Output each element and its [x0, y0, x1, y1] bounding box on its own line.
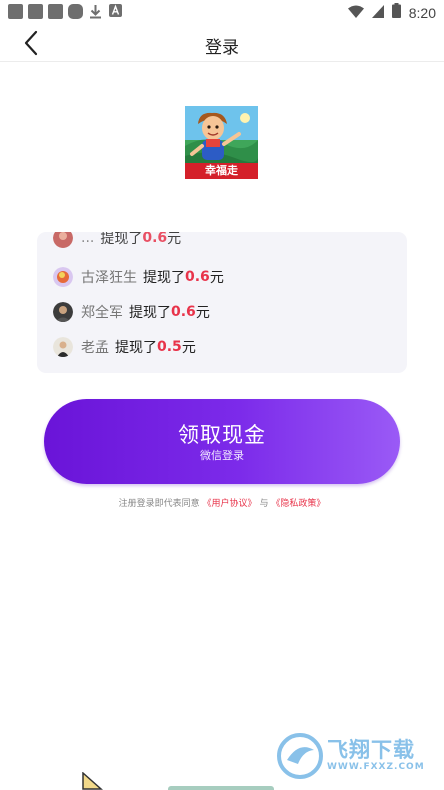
nav-bar: 登录 [0, 24, 444, 62]
claim-cash-button[interactable]: 领取现金 微信登录 [44, 399, 400, 484]
app-logo: 幸福走 [185, 106, 258, 179]
ticker-row: 古泽狂生 提现了 0.6 元 [53, 265, 224, 289]
pointer-icon [80, 771, 104, 790]
watermark-logo-icon [277, 733, 323, 779]
battery-icon [391, 3, 401, 22]
notification-icon [28, 4, 43, 19]
page-title: 登录 [205, 38, 239, 58]
agreement-prefix: 注册登录即代表同意 [118, 499, 200, 509]
watermark-url: WWW.FXXZ.COM [327, 762, 425, 772]
ticker-row: ... 提现了 0.6 元 [53, 232, 181, 250]
notification-icon [8, 4, 23, 19]
ticker-name: ... [81, 232, 95, 246]
ticker-unit: 元 [195, 305, 210, 321]
agreement-text: 注册登录即代表同意 《用户协议》 与 《隐私政策》 [0, 496, 444, 509]
ticker-action: 提现了 [115, 340, 157, 356]
claim-cash-label: 领取现金 [178, 423, 266, 447]
watermark-text: 飞翔下载 [327, 738, 415, 762]
watermark: 飞翔下载 WWW.FXXZ.COM [277, 730, 435, 782]
ticker-amount: 0.5 [157, 339, 182, 355]
wifi-icon [347, 3, 364, 22]
signal-icon [371, 3, 384, 22]
ticker-name: 老孟 [81, 340, 109, 356]
agreement-connector: 与 [259, 499, 269, 509]
ticker-amount: 0.6 [171, 304, 196, 320]
ticker-unit: 元 [167, 232, 182, 247]
ticker-amount: 0.6 [185, 269, 210, 285]
ticker-action: 提现了 [143, 270, 185, 286]
notification-icon [68, 4, 83, 19]
privacy-policy-link[interactable]: 《隐私政策》 [271, 499, 325, 509]
status-bar-notifications [8, 4, 123, 19]
avatar [53, 232, 73, 248]
ticker-row: 郑全军 提现了 0.6 元 [53, 300, 210, 324]
bottom-sheet-handle[interactable] [168, 786, 274, 790]
download-icon [88, 4, 103, 19]
withdrawal-ticker: ... 提现了 0.6 元 古泽狂生 提现了 0.6 元 郑全军 提现了 0.6… [37, 232, 407, 373]
notification-icon [48, 4, 63, 19]
status-time: 8:20 [408, 4, 436, 21]
logo-caption: 幸福走 [185, 163, 258, 179]
user-agreement-link[interactable]: 《用户协议》 [203, 499, 257, 509]
ticker-action: 提现了 [129, 305, 171, 321]
status-bar: 8:20 [0, 0, 444, 24]
status-bar-system: 8:20 [347, 3, 436, 22]
avatar [53, 267, 73, 287]
ticker-unit: 元 [209, 270, 224, 286]
ticker-row: 老孟 提现了 0.5 元 [53, 335, 196, 359]
ticker-unit: 元 [181, 340, 196, 356]
wechat-login-label: 微信登录 [200, 449, 244, 462]
ticker-name: 古泽狂生 [81, 270, 137, 286]
avatar [53, 302, 73, 322]
ticker-name: 郑全军 [81, 305, 123, 321]
ticker-amount: 0.6 [142, 232, 168, 246]
avatar [53, 337, 73, 357]
font-icon [108, 4, 123, 19]
ticker-action: 提现了 [100, 232, 143, 247]
